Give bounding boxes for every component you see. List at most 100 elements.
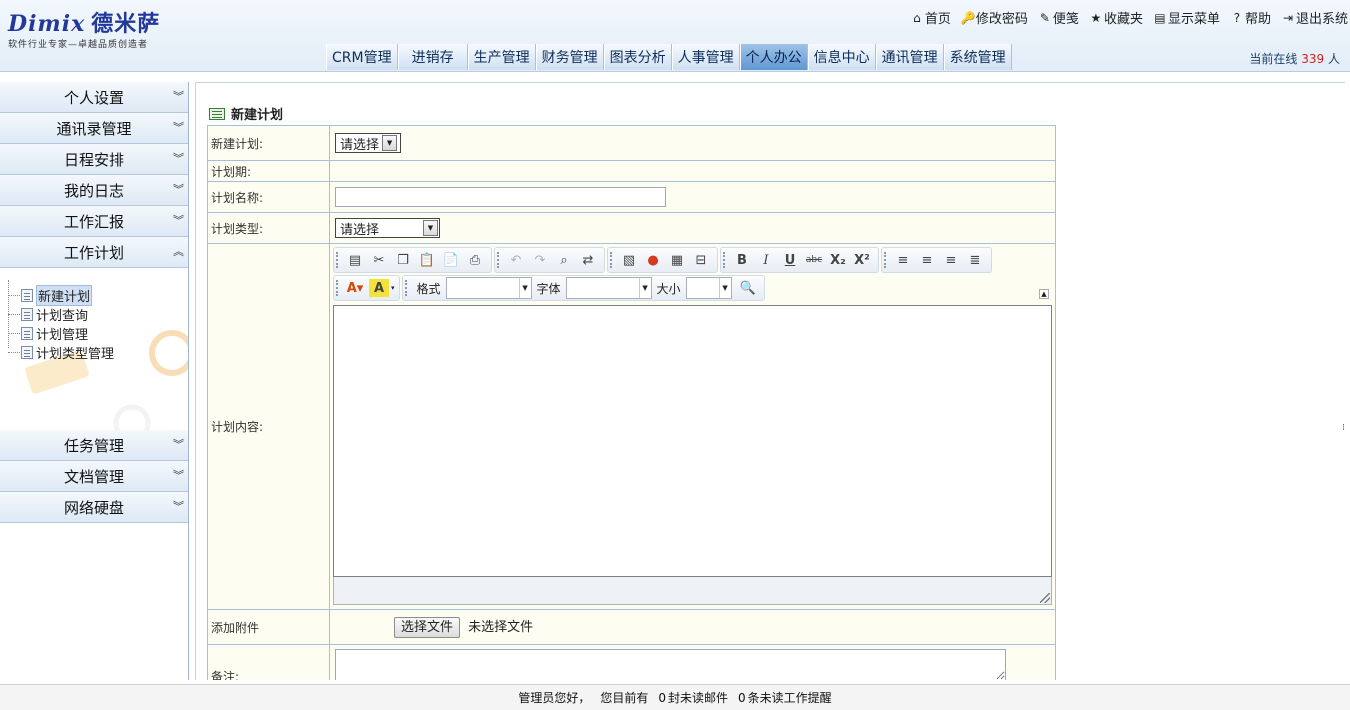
editor-content-area[interactable] — [333, 305, 1052, 577]
plan-type-select[interactable]: 请选择 ▼ — [335, 218, 440, 238]
horizontal-rule-icon[interactable]: ⊟ — [689, 249, 713, 271]
nav-tab-3[interactable]: 财务管理 — [535, 44, 604, 70]
toplink-notepad[interactable]: ✎ 便笺 — [1038, 8, 1079, 28]
nav-tab-4[interactable]: 图表分析 — [603, 44, 672, 70]
toplink-star[interactable]: ★ 收藏夹 — [1089, 8, 1143, 28]
sidebar-item-top_items-3[interactable]: 我的日志 ︾ — [0, 175, 188, 206]
flash-icon[interactable]: ● — [641, 249, 665, 271]
plan-content-label: 计划内容: — [207, 243, 330, 610]
notes-textarea[interactable] — [335, 649, 1006, 680]
align-right-icon[interactable]: ≡ — [939, 249, 963, 271]
chevron-down-icon: ︾ — [173, 500, 184, 513]
sidebar-item-top_items-2[interactable]: 日程安排 ︾ — [0, 144, 188, 175]
toplink-help[interactable]: ? 帮助 — [1230, 8, 1271, 28]
choose-file-button[interactable]: 选择文件 — [394, 617, 461, 638]
toolbar-group-align: ≡ ≡ ≡ ≣ — [881, 247, 992, 273]
tree-item-label: 计划查询 — [36, 309, 89, 324]
app-logo[interactable]: Dimix 德米萨 软件行业专家—卓越品质创造者 — [8, 6, 160, 50]
sidebar-item-top_items-0[interactable]: 个人设置 ︾ — [0, 82, 188, 113]
home-icon: ⌂ — [913, 10, 921, 25]
superscript-icon[interactable]: X² — [850, 249, 874, 271]
source-icon[interactable]: ▤ — [343, 249, 367, 271]
bold-icon[interactable]: B — [730, 249, 754, 271]
find-icon[interactable]: ⌕ — [552, 249, 576, 271]
cut-icon[interactable]: ✂ — [367, 249, 391, 271]
paste-icon[interactable]: 📋 — [415, 249, 439, 271]
status-footer: 管理员您好， 您目前有 0 封未读邮件 0 条未读工作提醒 — [0, 684, 1350, 710]
toplink-home[interactable]: ⌂ 首页 — [910, 8, 951, 28]
top-links: ⌂ 首页 🔑 修改密码 ✎ 便笺 ★ 收藏夹 ▤ 显示菜单 ? 帮助 ⇥ 退出系统 — [910, 8, 1348, 28]
nav-tab-7[interactable]: 信息中心 — [807, 44, 876, 70]
align-left-icon[interactable]: ≡ — [891, 249, 915, 271]
tree-item-3[interactable]: 计划类型管理 — [8, 343, 188, 362]
logo-mark: Dimix 德米萨 — [8, 11, 161, 37]
sidebar-item-bottom_items-1[interactable]: 文档管理 ︾ — [0, 461, 188, 492]
redo-icon[interactable]: ↷ — [528, 249, 552, 271]
toplink-menu[interactable]: ▤ 显示菜单 — [1153, 8, 1220, 28]
collapse-toolbar-icon[interactable]: ▲ — [1039, 289, 1049, 299]
nav-tab-1[interactable]: 进销存 — [397, 44, 468, 70]
rich-text-editor: ▤ ✂ ❐ 📋 📄 ⎙ ↶ ↷ ⌕ ⇄ ▧ ● ▦ ⊟ B I U abc X₂… — [333, 246, 1052, 608]
nav-tab-8[interactable]: 通讯管理 — [875, 44, 944, 70]
sidebar-item-label: 网络硬盘 — [63, 498, 124, 517]
align-justify-icon[interactable]: ≣ — [963, 249, 987, 271]
plan-type-label: 计划类型: — [207, 212, 330, 244]
new-plan-label: 新建计划: — [207, 125, 330, 161]
print-icon[interactable]: ⎙ — [463, 249, 487, 271]
replace-icon[interactable]: ⇄ — [576, 249, 600, 271]
tree-item-2[interactable]: 计划管理 — [8, 324, 188, 343]
toplink-key[interactable]: 🔑 修改密码 — [960, 8, 1028, 28]
tree-item-label: 新建计划 — [36, 285, 93, 306]
sidebar-item-top_items-4[interactable]: 工作汇报 ︾ — [0, 206, 188, 237]
nav-tab-6[interactable]: 个人办公 — [739, 44, 808, 70]
sidebar-item-top_items-1[interactable]: 通讯录管理 ︾ — [0, 113, 188, 144]
form-title: 新建计划 — [209, 104, 283, 123]
toplink-label: 收藏夹 — [1103, 12, 1143, 27]
format-combo[interactable]: ▼ — [445, 277, 532, 299]
font-color-icon[interactable]: A▾ — [343, 277, 367, 299]
toolbar-group-color: A▾ A ▾ — [333, 275, 400, 301]
nav-tab-0[interactable]: CRM管理 — [326, 44, 398, 70]
new-plan-select[interactable]: 请选择 ▼ — [335, 133, 401, 153]
font-combo[interactable]: ▼ — [565, 277, 652, 299]
sidebar-item-bottom_items-2[interactable]: 网络硬盘 ︾ — [0, 492, 188, 523]
toplink-exit[interactable]: ⇥ 退出系统 — [1281, 8, 1348, 28]
nav-tab-5[interactable]: 人事管理 — [671, 44, 740, 70]
main-panel: 新建计划 新建计划: 请选择 ▼ 计划期: 计划名称: 计划类型: 请选择 ▼ … — [195, 82, 1345, 680]
unread-mail-count[interactable]: 0 — [658, 691, 666, 705]
table-icon[interactable]: ▦ — [665, 249, 689, 271]
tree-item-0[interactable]: 新建计划 — [8, 285, 188, 306]
nav-tab-2[interactable]: 生产管理 — [467, 44, 536, 70]
sidebar-item-label: 通讯录管理 — [56, 119, 132, 138]
background-color-icon[interactable]: A — [369, 279, 389, 297]
unread-reminder-count[interactable]: 0 — [738, 691, 746, 705]
tree-item-1[interactable]: 计划查询 — [8, 305, 188, 324]
subscript-icon[interactable]: X₂ — [826, 249, 850, 271]
sidebar-item-expanded[interactable]: 工作计划 ︽ — [0, 237, 188, 268]
scroll-handle[interactable]: ⁞ — [1342, 423, 1345, 433]
row-attachment: 添加附件 选择文件 未选择文件 — [207, 609, 1056, 645]
copy-icon[interactable]: ❐ — [391, 249, 415, 271]
strikethrough-icon[interactable]: abc — [802, 249, 826, 271]
plan-name-input[interactable] — [335, 187, 666, 207]
undo-icon[interactable]: ↶ — [504, 249, 528, 271]
preview-icon[interactable]: 🔍 — [736, 277, 760, 299]
row-content: 计划内容: ▤ ✂ ❐ 📋 📄 ⎙ ↶ ↷ ⌕ ⇄ ▧ ● ▦ ⊟ B I U … — [207, 243, 1056, 610]
italic-icon[interactable]: I — [754, 249, 778, 271]
row-notes: 备注: — [207, 644, 1056, 680]
resize-grip-icon[interactable] — [1040, 593, 1050, 603]
key-icon: 🔑 — [960, 10, 976, 25]
sidebar-item-bottom_items-0[interactable]: 任务管理 ︾ — [0, 430, 188, 461]
size-combo[interactable]: ▼ — [685, 277, 732, 299]
nav-tab-9[interactable]: 系统管理 — [943, 44, 1012, 70]
dropdown-arrow-icon: ▼ — [638, 278, 651, 298]
tree-connector — [8, 314, 20, 315]
align-center-icon[interactable]: ≡ — [915, 249, 939, 271]
paste-text-icon[interactable]: 📄 — [439, 249, 463, 271]
sidebar-item-label: 文档管理 — [63, 467, 124, 486]
chevron-down-icon: ︾ — [173, 438, 184, 451]
image-icon[interactable]: ▧ — [617, 249, 641, 271]
sidebar-item-label: 日程安排 — [63, 150, 124, 169]
underline-icon[interactable]: U — [778, 249, 802, 271]
form-list-icon — [209, 107, 225, 120]
